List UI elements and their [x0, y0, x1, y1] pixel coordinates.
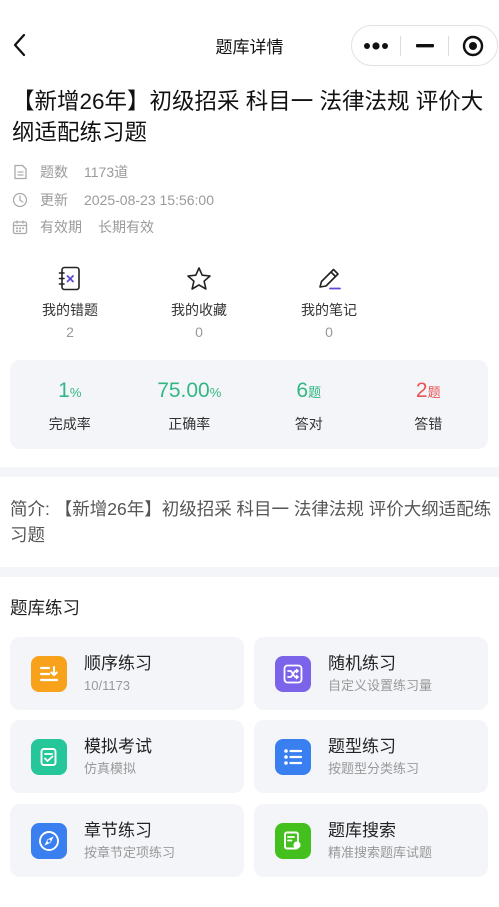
quick-link-count: 2: [66, 324, 74, 340]
stat-label: 答对: [294, 416, 323, 432]
chapter-practice-card[interactable]: 章节练习 按章节定项练习: [10, 804, 244, 877]
pencil-note-icon: [314, 264, 344, 294]
mini-program-capsule: [351, 25, 498, 66]
star-icon: [184, 264, 214, 294]
navigation-bar: 题库详情: [0, 0, 499, 90]
random-practice-card[interactable]: 随机练习 自定义设置练习量: [254, 637, 488, 710]
back-button[interactable]: [6, 28, 32, 62]
stat-unit: %: [69, 385, 82, 400]
quick-link-label: 我的收藏: [171, 302, 227, 318]
meta-validity: 有效期 长期有效: [12, 217, 154, 237]
minimize-button[interactable]: [401, 26, 449, 65]
card-subtitle: 自定义设置练习量: [328, 677, 433, 693]
wrong-questions-icon: [55, 264, 85, 294]
close-miniprogram-button[interactable]: [449, 26, 497, 65]
mock-exam-card[interactable]: 模拟考试 仿真模拟: [10, 720, 244, 793]
wrong-count-stat: 2题 答错: [369, 360, 489, 449]
stat-unit: 题: [308, 385, 322, 400]
meta-updated: 更新 2025-08-23 15:56:00: [12, 190, 214, 210]
stat-value: 75.00: [157, 379, 210, 402]
meta-label: 更新: [40, 192, 68, 208]
completion-rate-stat: 1% 完成率: [10, 360, 130, 449]
meta-label: 题数: [40, 164, 68, 180]
target-circle-icon: [462, 35, 484, 56]
card-subtitle: 精准搜索题库试题: [328, 844, 433, 860]
section-divider: [0, 567, 499, 577]
more-button[interactable]: [352, 26, 400, 65]
stats-panel: 1% 完成率 75.00% 正确率 6题 答对 2题 答错: [10, 360, 488, 449]
meta-value: 2025-08-23 15:56:00: [84, 192, 214, 208]
stat-value-wrap: 6题: [249, 377, 369, 405]
minus-icon: [415, 43, 434, 47]
card-subtitle: 仿真模拟: [84, 760, 137, 776]
meta-value: 长期有效: [98, 219, 154, 235]
clock-icon: [12, 192, 28, 208]
chevron-left-icon: [13, 33, 26, 57]
stat-label: 正确率: [168, 416, 211, 432]
card-title: 题库搜索: [328, 820, 396, 840]
stat-value-wrap: 75.00%: [130, 377, 250, 405]
question-bank-title: 【新增26年】初级招采 科目一 法律法规 评价大纲适配练习题: [12, 89, 484, 145]
shuffle-icon: [275, 655, 311, 692]
stat-value: 6: [296, 379, 309, 402]
question-search-card[interactable]: 题库搜索 精准搜索题库试题: [254, 804, 488, 877]
search-doc-icon: [275, 822, 311, 859]
bank-introduction: 简介: 【新增26年】初级招采 科目一 法律法规 评价大纲适配练习题: [10, 499, 492, 545]
question-type-practice-card[interactable]: 题型练习 按题型分类练习: [254, 720, 488, 793]
meta-value: 1173道: [84, 164, 129, 180]
section-divider: [0, 467, 499, 477]
calendar-icon: [12, 219, 28, 235]
quick-link-label: 我的错题: [42, 302, 98, 318]
stat-value-wrap: 2题: [369, 377, 489, 405]
card-title: 随机练习: [328, 653, 396, 673]
correct-count-stat: 6题 答对: [249, 360, 369, 449]
stat-label: 完成率: [48, 416, 91, 432]
card-subtitle: 按章节定项练习: [84, 844, 176, 860]
compass-icon: [31, 822, 67, 859]
list-icon: [275, 738, 311, 775]
exam-edit-icon: [31, 738, 67, 775]
quick-link-count: 0: [195, 324, 203, 340]
document-icon: [12, 164, 28, 180]
card-title: 模拟考试: [84, 736, 152, 756]
card-subtitle: 按题型分类练习: [328, 760, 420, 776]
card-title: 顺序练习: [84, 653, 152, 673]
meta-label: 有效期: [40, 219, 82, 235]
stat-label: 答错: [414, 416, 443, 432]
sequential-list-icon: [31, 655, 67, 692]
my-wrong-questions-link[interactable]: 我的错题 2: [10, 264, 130, 340]
practice-section-title: 题库练习: [10, 598, 80, 618]
stat-unit: 题: [427, 385, 441, 400]
stat-value: 2: [415, 379, 428, 402]
quick-link-count: 0: [325, 324, 333, 340]
card-title: 章节练习: [84, 820, 152, 840]
more-dots-icon: [363, 41, 388, 50]
my-notes-link[interactable]: 我的笔记 0: [269, 264, 389, 340]
stat-value-wrap: 1%: [10, 377, 130, 405]
card-title: 题型练习: [328, 736, 396, 756]
stat-value: 1: [58, 379, 70, 402]
my-favorites-link[interactable]: 我的收藏 0: [139, 264, 259, 340]
quick-link-label: 我的笔记: [301, 302, 357, 318]
stat-unit: %: [209, 385, 222, 400]
accuracy-rate-stat: 75.00% 正确率: [130, 360, 250, 449]
meta-question-count: 题数 1173道: [12, 162, 128, 182]
sequential-practice-card[interactable]: 顺序练习 10/1173: [10, 637, 244, 710]
card-subtitle: 10/1173: [84, 677, 131, 693]
